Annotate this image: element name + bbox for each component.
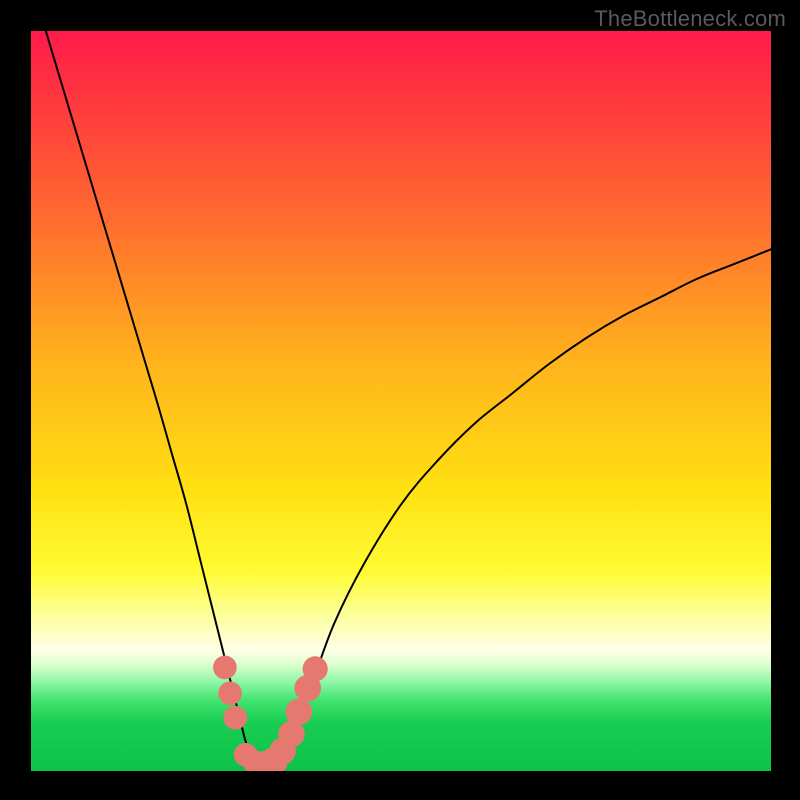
plot-area: [31, 31, 771, 771]
curve-marker: [303, 656, 328, 681]
watermark-text: TheBottleneck.com: [594, 6, 786, 32]
marker-group: [213, 656, 328, 771]
plot-svg: [31, 31, 771, 771]
chart-stage: TheBottleneck.com: [0, 0, 800, 800]
curve-marker: [223, 706, 247, 730]
bottleneck-curve: [46, 31, 771, 771]
curve-marker: [218, 681, 242, 705]
curve-marker: [286, 698, 313, 725]
curve-marker: [213, 656, 237, 680]
